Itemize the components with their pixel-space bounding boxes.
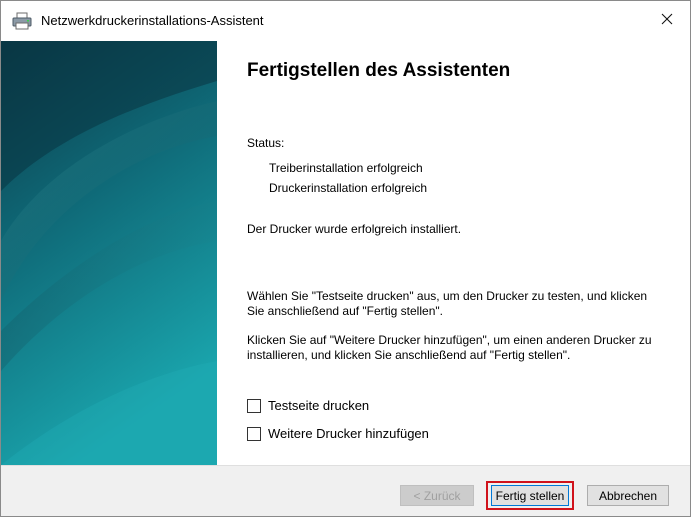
close-icon [661,12,673,30]
more-printers-checkbox-label[interactable]: Weitere Drucker hinzufügen [268,426,429,441]
close-button[interactable] [644,1,690,41]
wizard-content: Fertigstellen des Assistenten Status: Tr… [247,41,667,465]
status-label: Status: [247,136,285,150]
testpage-instruction: Wählen Sie "Testseite drucken" aus, um d… [247,289,648,318]
testpage-checkbox-label[interactable]: Testseite drucken [268,398,369,413]
title-bar: Netzwerkdruckerinstallations-Assistent [1,1,690,41]
more-printers-checkbox-row[interactable]: Weitere Drucker hinzufügen [247,426,429,441]
more-printers-checkbox[interactable] [247,426,261,441]
finish-button[interactable]: Fertig stellen [491,485,569,506]
cancel-button[interactable]: Abbrechen [587,485,669,506]
button-bar: < Zurück Fertig stellen Abbrechen [1,465,690,516]
wizard-side-graphic [1,41,217,465]
status-driver-line: Treiberinstallation erfolgreich [269,161,423,175]
installed-message: Der Drucker wurde erfolgreich installier… [247,222,462,236]
wizard-window: Netzwerkdruckerinstallations-Assistent F… [0,0,691,517]
window-title: Netzwerkdruckerinstallations-Assistent [41,13,264,28]
more-printers-instruction: Klicken Sie auf "Weitere Drucker hinzufü… [247,333,652,362]
status-printer-line: Druckerinstallation erfolgreich [269,181,428,195]
page-heading: Fertigstellen des Assistenten [247,60,511,81]
testpage-checkbox[interactable] [247,398,261,413]
printer-icon [11,11,33,31]
back-button[interactable]: < Zurück [400,485,474,506]
testpage-checkbox-row[interactable]: Testseite drucken [247,398,369,413]
